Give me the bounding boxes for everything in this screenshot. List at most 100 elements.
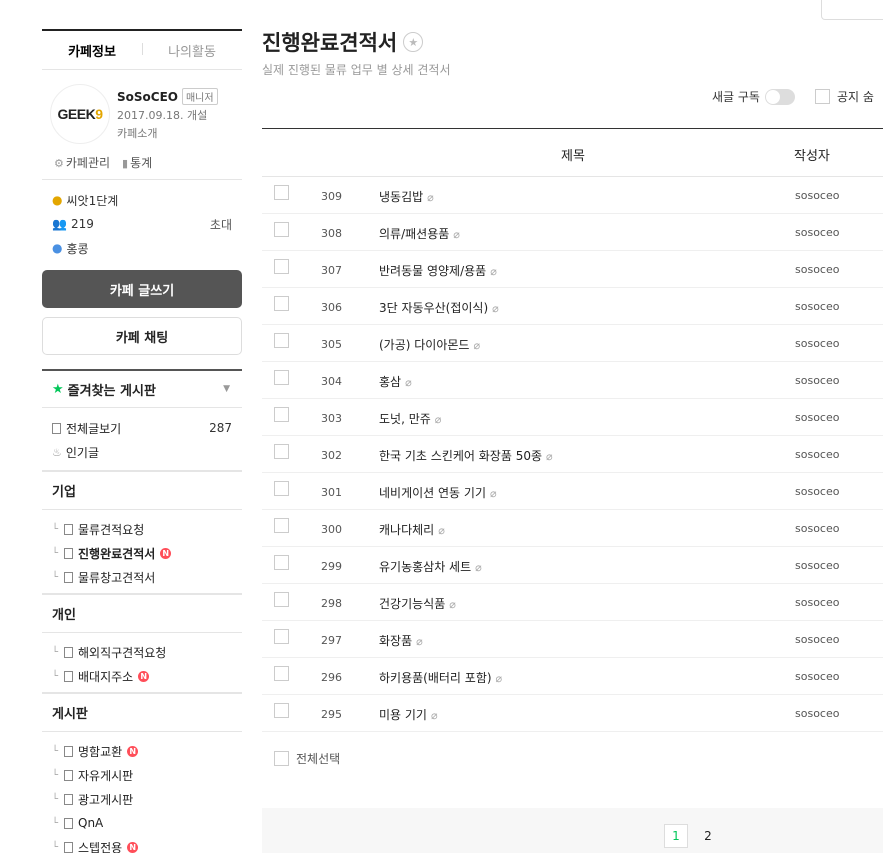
top-search-box[interactable] — [821, 0, 883, 20]
post-number: 307 — [321, 264, 342, 277]
favorite-boards-header[interactable]: ★ 즐겨찾는 게시판 ▼ — [42, 369, 242, 408]
hide-notice-checkbox[interactable] — [815, 89, 830, 104]
row-checkbox[interactable] — [274, 481, 289, 496]
post-author[interactable]: sosoceo — [795, 263, 839, 276]
select-all[interactable]: 전체선택 — [274, 750, 340, 767]
board-label: 물류견적요청 — [78, 521, 144, 538]
row-checkbox[interactable] — [274, 333, 289, 348]
paperclip-icon: ⌀ — [492, 302, 499, 315]
new-badge: N — [127, 746, 138, 757]
post-author[interactable]: sosoceo — [795, 596, 839, 609]
post-author[interactable]: sosoceo — [795, 226, 839, 239]
row-checkbox[interactable] — [274, 407, 289, 422]
row-checkbox[interactable] — [274, 185, 289, 200]
tab-cafe-info[interactable]: 카페정보 — [42, 41, 142, 60]
post-title-link[interactable]: 한국 기초 스킨케어 화장품 50종⌀ — [379, 447, 553, 464]
post-author[interactable]: sosoceo — [795, 559, 839, 572]
sidebar-board-item[interactable]: └자유게시판 — [52, 763, 242, 787]
hide-notice-option[interactable]: 공지 숨 — [815, 88, 874, 105]
post-title-link[interactable]: 반려동물 영양제/용품⌀ — [379, 262, 497, 279]
sidebar-board-item[interactable]: └명함교환N — [52, 739, 242, 763]
tree-branch-icon: └ — [52, 548, 64, 559]
cafe-intro-link[interactable]: 카페소개 — [117, 125, 218, 141]
post-title-link[interactable]: 건강기능식품⌀ — [379, 595, 456, 612]
sidebar-board-item[interactable]: └물류견적요청 — [52, 517, 242, 541]
post-title-link[interactable]: 3단 자동우산(접이식) ⌀ — [379, 299, 499, 316]
post-title: 3단 자동우산(접이식) — [379, 301, 488, 315]
menu-all-posts[interactable]: 전체글보기 287 — [52, 416, 242, 440]
row-checkbox[interactable] — [274, 666, 289, 681]
post-title-link[interactable]: 의류/패션용품⌀ — [379, 225, 460, 242]
level-label[interactable]: 씨앗1단계 — [66, 192, 118, 209]
post-author[interactable]: sosoceo — [795, 522, 839, 535]
post-author[interactable]: sosoceo — [795, 189, 839, 202]
post-author[interactable]: sosoceo — [795, 707, 839, 720]
column-author: 작성자 — [794, 145, 830, 164]
row-checkbox[interactable] — [274, 444, 289, 459]
row-checkbox[interactable] — [274, 370, 289, 385]
post-author[interactable]: sosoceo — [795, 448, 839, 461]
sidebar-tabs: 카페정보 나의활동 — [42, 29, 242, 70]
region-label[interactable]: 홍콩 — [66, 240, 88, 257]
row-checkbox[interactable] — [274, 518, 289, 533]
post-title-link[interactable]: 하키용품(배터리 포함)⌀ — [379, 669, 502, 686]
cafe-manage-link[interactable]: ⚙카페관리 — [54, 154, 110, 171]
post-author[interactable]: sosoceo — [795, 300, 839, 313]
board-label: 물류창고견적서 — [78, 569, 155, 586]
write-post-button[interactable]: 카페 글쓰기 — [42, 270, 242, 308]
post-title-link[interactable]: 유기농홍삼차 세트⌀ — [379, 558, 482, 575]
sidebar-board-item[interactable]: └진행완료견적서N — [52, 541, 242, 565]
post-title-link[interactable]: 도넛, 만쥬⌀ — [379, 410, 441, 427]
stats-label: 통계 — [130, 156, 152, 170]
row-checkbox[interactable] — [274, 259, 289, 274]
post-title-link[interactable]: 캐나다체리⌀ — [379, 521, 445, 538]
post-title-link[interactable]: (가공) 다이아몬드⌀ — [379, 336, 480, 353]
sidebar-board-item[interactable]: └스텝전용N — [52, 835, 242, 853]
cafe-founded-date: 2017.09.18. 개설 — [117, 107, 218, 123]
sidebar-board-item[interactable]: └물류창고견적서 — [52, 565, 242, 589]
post-author[interactable]: sosoceo — [795, 337, 839, 350]
post-number: 302 — [321, 449, 342, 462]
post-title-link[interactable]: 냉동김밥⌀ — [379, 188, 434, 205]
post-author[interactable]: sosoceo — [795, 485, 839, 498]
member-count[interactable]: 219 — [71, 217, 94, 231]
menu-popular[interactable]: ♨ 인기글 — [52, 440, 242, 464]
table-row: 308의류/패션용품⌀sosoceo — [262, 214, 883, 251]
post-title: 네비게이션 연동 기기 — [379, 486, 486, 500]
row-checkbox[interactable] — [274, 703, 289, 718]
post-author[interactable]: sosoceo — [795, 670, 839, 683]
table-row: 296하키용품(배터리 포함)⌀sosoceo — [262, 658, 883, 695]
row-checkbox[interactable] — [274, 222, 289, 237]
cafe-logo[interactable]: GEEK9 — [50, 84, 110, 144]
post-title-link[interactable]: 미용 기기⌀ — [379, 706, 438, 723]
cafe-chat-button[interactable]: 카페 채팅 — [42, 317, 242, 355]
row-checkbox[interactable] — [274, 592, 289, 607]
subscribe-toggle[interactable] — [765, 89, 795, 105]
page-1-link[interactable]: 1 — [664, 824, 688, 848]
board-label: QnA — [78, 816, 103, 830]
post-title-link[interactable]: 화장품⌀ — [379, 632, 423, 649]
row-checkbox[interactable] — [274, 296, 289, 311]
cafe-tools: ⚙카페관리 ▮통계 — [42, 154, 242, 180]
sidebar-board-item[interactable]: └배대지주소N — [52, 664, 242, 688]
members-icon: 👥 — [52, 217, 67, 231]
post-author[interactable]: sosoceo — [795, 633, 839, 646]
page-2-link[interactable]: 2 — [696, 824, 720, 848]
row-checkbox[interactable] — [274, 555, 289, 570]
tab-my-activity[interactable]: 나의활동 — [142, 41, 242, 60]
paperclip-icon: ⌀ — [490, 265, 497, 278]
sidebar-board-item[interactable]: └해외직구견적요청 — [52, 640, 242, 664]
favorite-star-icon[interactable]: ★ — [403, 32, 423, 52]
invite-link[interactable]: 초대 — [210, 216, 232, 233]
post-title-link[interactable]: 네비게이션 연동 기기⌀ — [379, 484, 497, 501]
sidebar-board-item[interactable]: └광고게시판 — [52, 787, 242, 811]
table-row: 302 한국 기초 스킨케어 화장품 50종⌀ sosoceo — [262, 436, 883, 473]
post-number: 304 — [321, 375, 342, 388]
post-author[interactable]: sosoceo — [795, 374, 839, 387]
select-all-checkbox[interactable] — [274, 751, 289, 766]
post-author[interactable]: sosoceo — [795, 411, 839, 424]
post-title-link[interactable]: 홍삼⌀ — [379, 373, 412, 390]
sidebar-board-item[interactable]: └QnA — [52, 811, 242, 835]
stats-link[interactable]: ▮통계 — [122, 154, 152, 171]
row-checkbox[interactable] — [274, 629, 289, 644]
